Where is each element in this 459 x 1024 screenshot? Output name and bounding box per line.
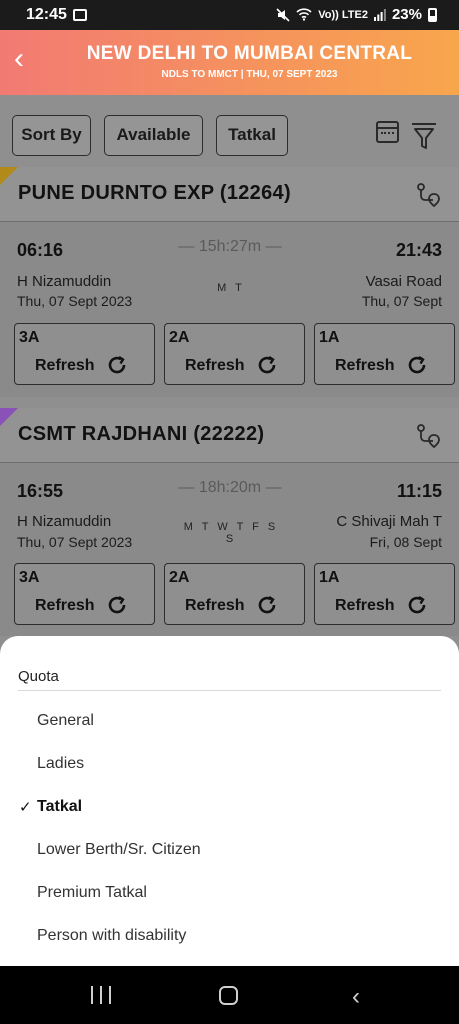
train-card[interactable]: PUNE DURNTO EXP (12264) 06:16 — 15h:27m … — [0, 167, 459, 397]
arrival-date: Fri, 08 Sept — [369, 534, 442, 550]
destination-station: Vasai Road — [365, 273, 442, 290]
available-filter-button[interactable]: Available — [104, 115, 203, 156]
sort-by-button[interactable]: Sort By — [12, 115, 91, 156]
class-name: 2A — [169, 569, 190, 586]
quota-title: Quota — [18, 668, 59, 685]
origin-station: H Nizamuddin — [17, 273, 112, 290]
departure-time: 06:16 — [17, 240, 64, 260]
class-2a-card[interactable]: 2A Refresh — [164, 563, 305, 625]
corner-tag — [0, 408, 18, 426]
arrival-date: Thu, 07 Sept — [361, 293, 442, 309]
train-card[interactable]: CSMT RAJDHANI (22222) 16:55 — 18h:20m — … — [0, 408, 459, 636]
page-subtitle: NDLS TO MMCT | THU, 07 SEPT 2023 — [161, 69, 338, 80]
quota-option-disability[interactable]: Person with disability — [37, 927, 186, 945]
divider — [18, 690, 441, 691]
battery-icon — [428, 7, 437, 22]
duration: — 18h:20m — — [178, 479, 282, 496]
class-1a-card[interactable]: 1A Refresh — [314, 563, 455, 625]
class-3a-card[interactable]: 3A Refresh — [14, 323, 155, 385]
refresh-icon[interactable] — [106, 594, 128, 616]
refresh-label: Refresh — [185, 597, 245, 614]
tatkal-filter-button[interactable]: Tatkal — [216, 115, 288, 156]
mute-icon — [276, 7, 290, 22]
class-name: 2A — [169, 329, 190, 346]
departure-date: Thu, 07 Sept 2023 — [17, 293, 133, 309]
nav-back-icon[interactable]: ‹ — [352, 983, 360, 1011]
refresh-label: Refresh — [335, 357, 395, 374]
class-1a-card[interactable]: 1A Refresh — [314, 323, 455, 385]
corner-tag — [0, 167, 18, 185]
duration: — 15h:27m — — [178, 238, 282, 255]
app-header: ‹ NEW DELHI TO MUMBAI CENTRAL NDLS TO MM… — [0, 30, 459, 95]
quota-option-general[interactable]: General — [37, 712, 94, 730]
quota-sheet: Quota General Ladies ✓ Tatkal Lower Bert… — [0, 636, 459, 966]
refresh-label: Refresh — [185, 357, 245, 374]
route-icon[interactable] — [415, 182, 441, 208]
wifi-icon — [296, 8, 312, 21]
departure-date: Thu, 07 Sept 2023 — [17, 534, 133, 550]
refresh-icon[interactable] — [256, 354, 278, 376]
check-icon: ✓ — [19, 799, 32, 816]
status-bar: 12:45 Vo)) LTE2 23% — [0, 0, 459, 30]
class-name: 3A — [19, 329, 40, 346]
refresh-icon[interactable] — [256, 594, 278, 616]
class-3a-card[interactable]: 3A Refresh — [14, 563, 155, 625]
calendar-icon[interactable] — [376, 121, 399, 143]
class-2a-card[interactable]: 2A Refresh — [164, 323, 305, 385]
refresh-label: Refresh — [35, 597, 95, 614]
quota-option-ladies[interactable]: Ladies — [37, 755, 84, 773]
filter-icon[interactable] — [410, 121, 438, 151]
refresh-label: Refresh — [35, 357, 95, 374]
system-nav-bar: ‹ — [0, 966, 459, 1024]
running-days: M T — [217, 282, 245, 294]
refresh-icon[interactable] — [406, 594, 428, 616]
back-arrow-icon[interactable]: ‹ — [14, 44, 24, 74]
page-title: NEW DELHI TO MUMBAI CENTRAL — [86, 43, 413, 64]
recent-apps-icon[interactable] — [91, 986, 111, 1004]
quota-option-tatkal[interactable]: Tatkal — [37, 798, 82, 816]
refresh-icon[interactable] — [106, 354, 128, 376]
image-icon — [73, 9, 87, 21]
running-days: M T W T F S S — [183, 521, 279, 545]
network-label: Vo)) LTE2 — [318, 8, 368, 21]
signal-icon — [373, 8, 386, 21]
arrival-time: 11:15 — [396, 481, 442, 501]
class-name: 3A — [19, 569, 40, 586]
battery-percent: 23% — [391, 6, 422, 23]
destination-station: C Shivaji Mah T — [336, 513, 442, 530]
duration-value: 15h:27m — [198, 238, 262, 255]
train-header: CSMT RAJDHANI (22222) — [0, 408, 459, 463]
refresh-label: Refresh — [335, 597, 395, 614]
class-name: 1A — [319, 569, 340, 586]
train-name: PUNE DURNTO EXP (12264) — [18, 182, 291, 204]
home-icon[interactable] — [219, 986, 238, 1005]
departure-time: 16:55 — [17, 481, 64, 501]
origin-station: H Nizamuddin — [17, 513, 112, 530]
refresh-icon[interactable] — [406, 354, 428, 376]
route-icon[interactable] — [415, 423, 441, 449]
duration-value: 18h:20m — [198, 479, 262, 496]
quota-option-premium-tatkal[interactable]: Premium Tatkal — [37, 884, 147, 902]
arrival-time: 21:43 — [395, 240, 442, 260]
status-right: Vo)) LTE2 23% — [276, 6, 437, 23]
train-header: PUNE DURNTO EXP (12264) — [0, 167, 459, 222]
status-time: 12:45 — [26, 6, 67, 23]
class-name: 1A — [319, 329, 340, 346]
train-name: CSMT RAJDHANI (22222) — [18, 423, 265, 445]
quota-option-lower-berth[interactable]: Lower Berth/Sr. Citizen — [37, 841, 201, 859]
filter-bar: Sort By Available Tatkal — [0, 95, 459, 167]
